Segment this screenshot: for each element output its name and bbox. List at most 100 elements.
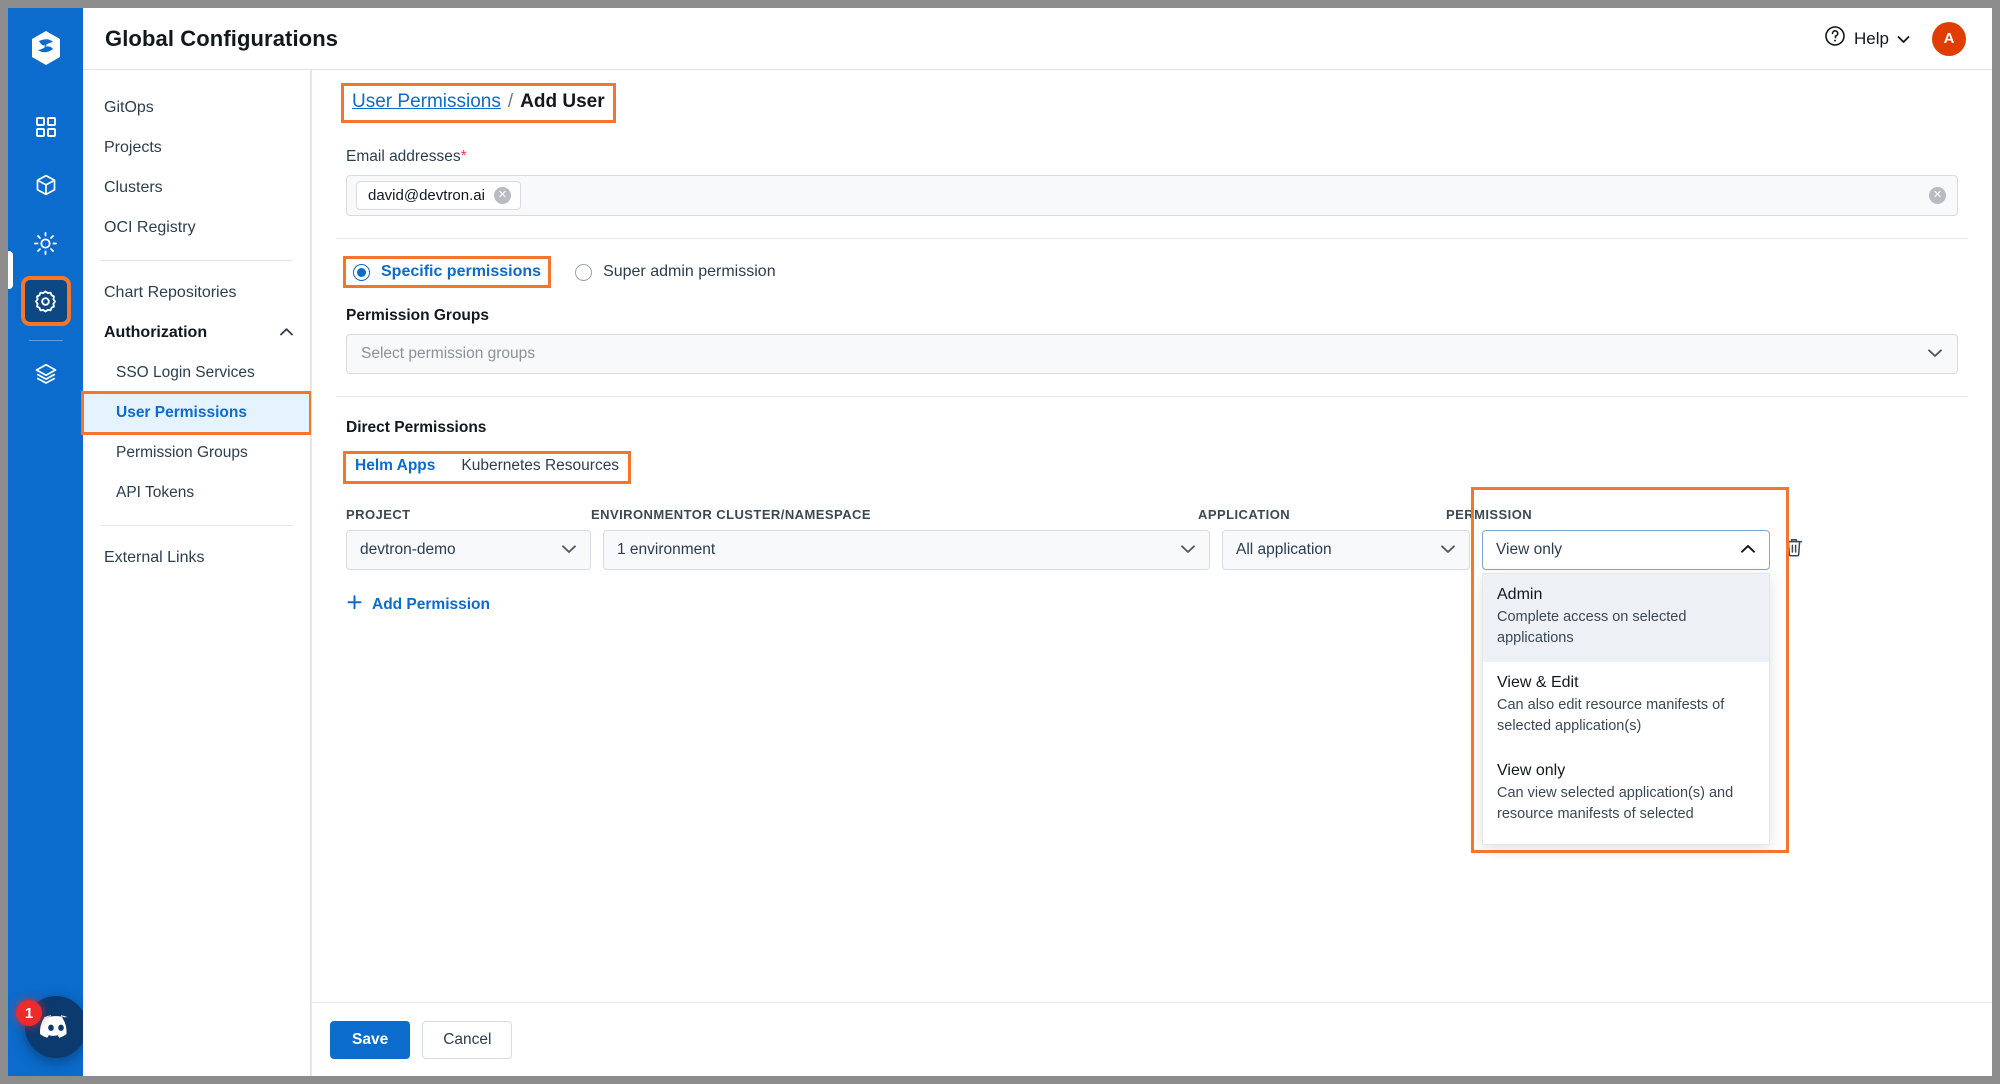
sidebar-item-user-permissions[interactable]: User Permissions <box>83 393 310 433</box>
sun-gear-icon <box>33 231 58 256</box>
left-icon-rail: 1 <box>8 8 83 1076</box>
tab-helm-apps[interactable]: Helm Apps <box>355 457 435 477</box>
table-row: devtron-demo 1 environment <box>346 530 1958 570</box>
layers-icon <box>34 362 58 386</box>
help-button[interactable]: Help <box>1824 25 1910 52</box>
chevron-down-icon <box>1180 541 1196 559</box>
sidebar-item-projects[interactable]: Projects <box>83 128 310 168</box>
divider-after-groups <box>336 396 1968 397</box>
app-window: 1 Global Configurations Help A <box>8 8 1992 1076</box>
radio-indicator-specific <box>353 264 370 281</box>
cancel-button[interactable]: Cancel <box>422 1021 512 1059</box>
environment-select[interactable]: 1 environment <box>603 530 1210 570</box>
discord-unread-badge: 1 <box>16 1000 42 1026</box>
top-bar: Global Configurations Help A <box>83 8 1992 70</box>
permission-select-value: View only <box>1496 541 1562 559</box>
permissions-table: PROJECT ENVIRONMENTOR CLUSTER/NAMESPACE … <box>346 507 1958 570</box>
chevron-down-icon <box>1440 541 1456 559</box>
chevron-up-icon <box>279 324 294 342</box>
dropdown-option-title: Admin <box>1497 586 1755 604</box>
add-permission-button[interactable]: Add Permission <box>346 594 490 616</box>
direct-permissions-tabs: Helm Apps Kubernetes Resources <box>346 454 628 481</box>
breadcrumb-user-permissions[interactable]: User Permissions <box>352 91 501 113</box>
dropdown-option-desc: Can also edit resource manifests of sele… <box>1497 695 1755 736</box>
project-select[interactable]: devtron-demo <box>346 530 591 570</box>
sidebar-group-authorization[interactable]: Authorization <box>83 313 310 353</box>
tab-kubernetes-resources[interactable]: Kubernetes Resources <box>461 457 619 477</box>
sidebar-divider-1 <box>100 260 293 261</box>
rail-item-stacks[interactable] <box>24 352 68 396</box>
application-select-value: All application <box>1236 541 1332 559</box>
email-label-text: Email addresses <box>346 148 461 165</box>
permission-select[interactable]: View only <box>1482 530 1770 570</box>
rail-divider <box>29 340 63 341</box>
application-select[interactable]: All application <box>1222 530 1470 570</box>
permission-dropdown-menu[interactable]: Admin Complete access on selected applic… <box>1482 573 1770 845</box>
permission-groups-label: Permission Groups <box>346 307 1968 325</box>
chevron-down-icon <box>1927 345 1943 363</box>
cube-icon <box>34 173 58 197</box>
dropdown-option-admin[interactable]: Admin Complete access on selected applic… <box>1483 574 1769 662</box>
dropdown-option-title: View only <box>1497 762 1755 780</box>
email-input[interactable]: david@devtron.ai ✕ ✕ <box>346 175 1958 216</box>
save-button[interactable]: Save <box>330 1021 410 1059</box>
plus-icon <box>346 594 363 616</box>
column-header-environment: ENVIRONMENTOR CLUSTER/NAMESPACE <box>591 507 1198 530</box>
close-circle-icon[interactable]: ✕ <box>494 187 511 204</box>
sidebar-item-api-tokens[interactable]: API Tokens <box>83 473 310 513</box>
clear-circle-icon[interactable]: ✕ <box>1929 187 1946 204</box>
delete-permission-row-button[interactable] <box>1782 538 1806 562</box>
sidebar-divider-2 <box>100 525 293 526</box>
permission-groups-select[interactable]: Select permission groups <box>346 334 1958 374</box>
gear-icon <box>33 289 58 314</box>
add-user-form-card: User Permissions / Add User Email addres… <box>311 70 1992 1076</box>
breadcrumb-current: Add User <box>520 91 604 113</box>
radio-label-specific: Specific permissions <box>381 263 541 281</box>
sidebar-item-chart-repositories[interactable]: Chart Repositories <box>83 273 310 313</box>
top-bar-actions: Help A <box>1824 22 1966 56</box>
environment-select-cell: 1 environment <box>603 530 1210 570</box>
radio-label-super-admin: Super admin permission <box>603 263 776 281</box>
dropdown-option-title: View & Edit <box>1497 674 1755 692</box>
rail-item-global-configurations[interactable] <box>24 279 68 323</box>
rail-item-chart-store[interactable] <box>24 163 68 207</box>
sidebar-group-label: Authorization <box>104 324 207 342</box>
trash-icon <box>1784 537 1804 563</box>
required-asterisk: * <box>461 148 467 165</box>
dropdown-option-view-edit[interactable]: View & Edit Can also edit resource manif… <box>1483 662 1769 750</box>
rail-active-indicator <box>8 251 13 289</box>
radio-super-admin-permission[interactable]: Super admin permission <box>568 259 783 285</box>
email-field-label: Email addresses* <box>346 148 1968 166</box>
column-header-project: PROJECT <box>346 507 591 530</box>
form-footer: Save Cancel <box>312 1002 1992 1076</box>
sidebar-item-external-links[interactable]: External Links <box>83 538 310 578</box>
environment-select-value: 1 environment <box>617 541 715 559</box>
project-select-cell: devtron-demo <box>346 530 591 570</box>
sidebar-item-sso-login-services[interactable]: SSO Login Services <box>83 353 310 393</box>
sidebar-item-clusters[interactable]: Clusters <box>83 168 310 208</box>
discord-icon <box>39 1014 73 1040</box>
dropdown-option-desc: Complete access on selected applications <box>1497 607 1755 648</box>
avatar[interactable]: A <box>1932 22 1966 56</box>
radio-specific-permissions[interactable]: Specific permissions <box>346 259 548 285</box>
column-header-permission: PERMISSION <box>1446 507 1734 530</box>
radio-indicator-super-admin <box>575 264 592 281</box>
dropdown-option-view-only[interactable]: View only Can view selected application(… <box>1483 750 1769 838</box>
grid-icon <box>35 116 57 138</box>
sidebar-item-oci-registry[interactable]: OCI Registry <box>83 208 310 248</box>
permission-groups-placeholder: Select permission groups <box>361 345 535 363</box>
breadcrumb: User Permissions / Add User <box>344 86 613 120</box>
devtron-logo-icon[interactable] <box>24 26 68 70</box>
chevron-down-icon <box>1897 29 1910 49</box>
sidebar-item-permission-groups[interactable]: Permission Groups <box>83 433 310 473</box>
application-select-cell: All application <box>1222 530 1470 570</box>
email-chip[interactable]: david@devtron.ai ✕ <box>356 181 521 210</box>
sidebar-item-gitops[interactable]: GitOps <box>83 88 310 128</box>
rail-item-applications[interactable] <box>24 105 68 149</box>
rail-item-list <box>8 98 83 403</box>
page-title: Global Configurations <box>105 26 338 52</box>
chevron-down-icon <box>561 541 577 559</box>
rail-item-jobs[interactable] <box>24 221 68 265</box>
content-area: User Permissions / Add User Email addres… <box>311 70 1992 1076</box>
add-permission-label: Add Permission <box>372 596 490 614</box>
